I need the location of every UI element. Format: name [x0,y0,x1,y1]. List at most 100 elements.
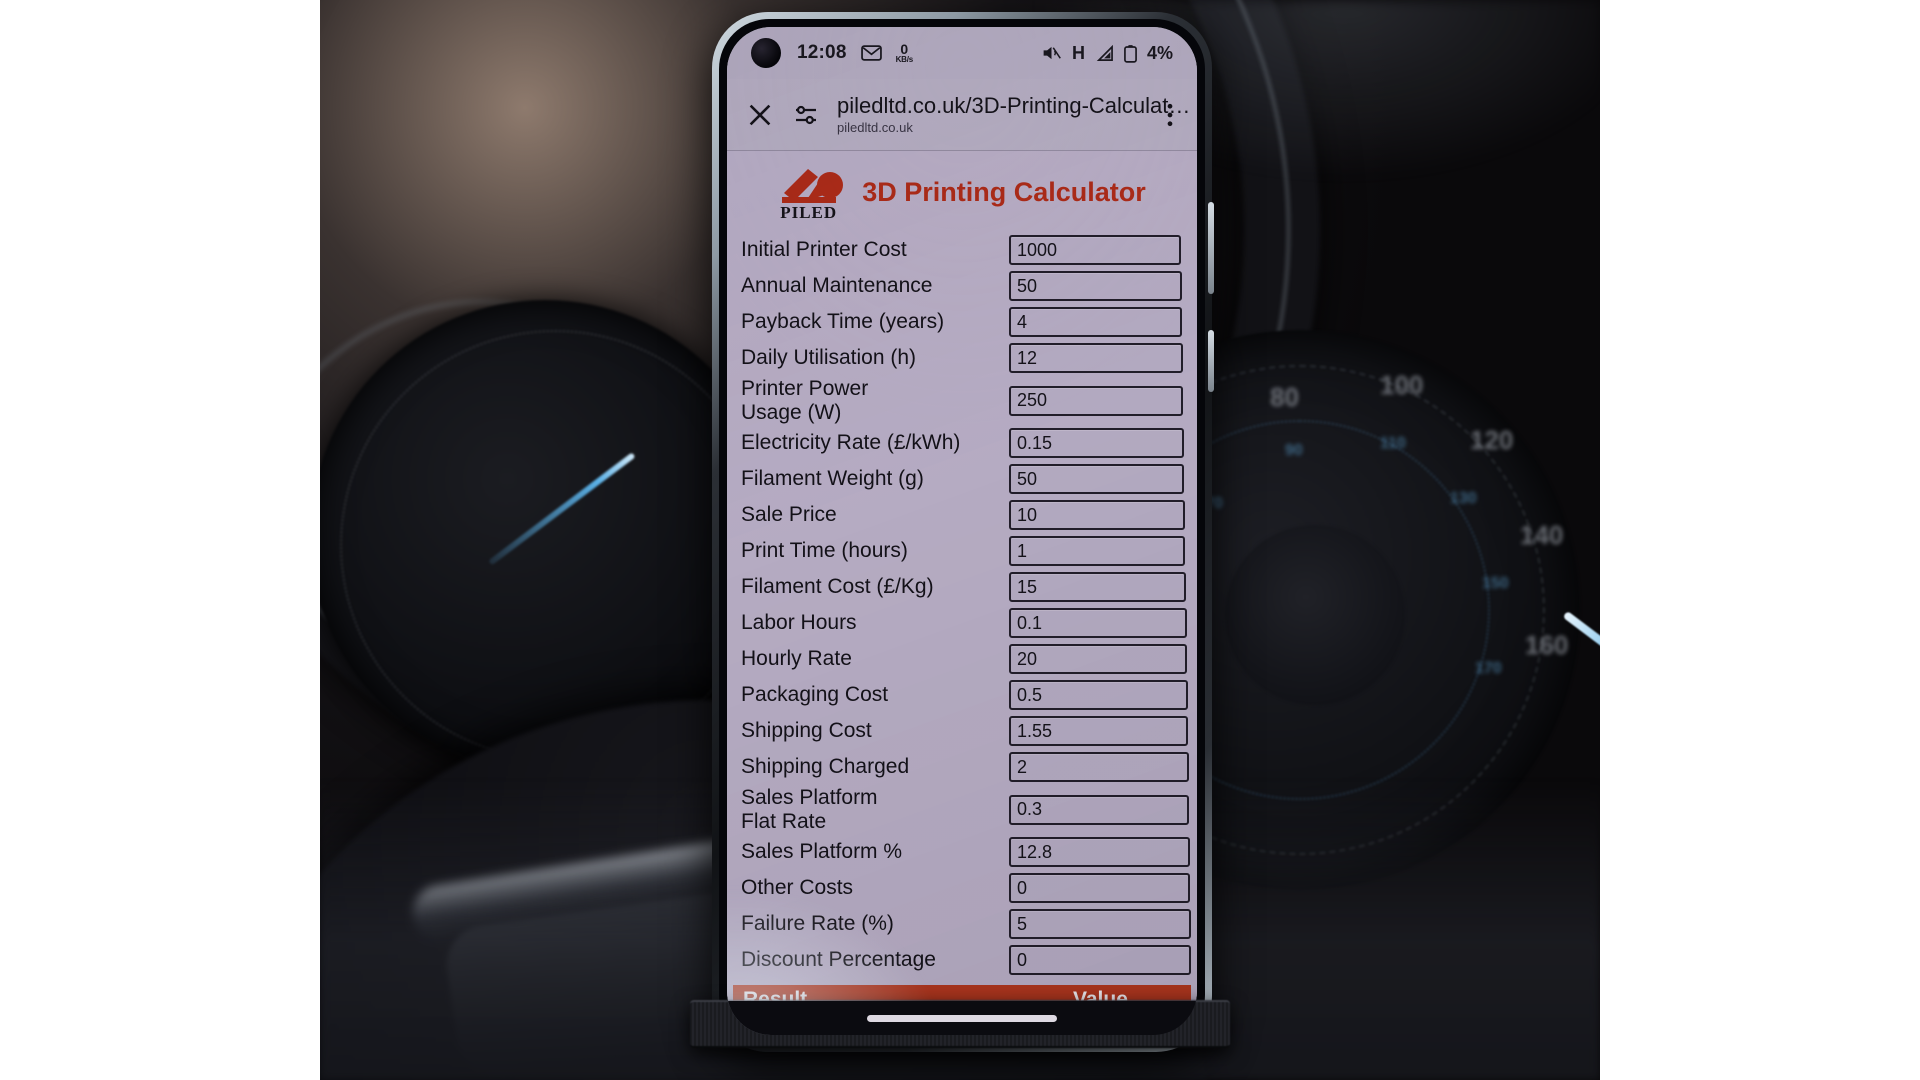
form-row-print-time-hours: Print Time (hours) 1 [733,534,1191,568]
network-type-label: H [1071,42,1085,63]
field-wrap-filament-cost: 15 [934,572,1191,603]
label-daily-utilisation-h: Daily Utilisation (h) [741,346,917,370]
form-row-sales-platform-percent: Sales Platform % 12.8 [733,835,1191,869]
field-wrap-discount-percentage: 0 [936,945,1191,976]
status-bar: 12:08 0 KB/s H 4% [727,27,1197,79]
field-wrap-packaging-cost: 0.5 [888,680,1191,711]
status-clock: 12:08 [797,42,847,63]
label-printer-power-usage-w: Printer Power Usage (W) [741,377,869,424]
label-shipping-cost: Shipping Cost [741,719,872,743]
calculator-form: Initial Printer Cost 1000 Annual Maintenan… [727,231,1197,977]
input-electricity-rate[interactable]: 0.15 [1009,428,1184,459]
field-wrap-printer-power-usage-w: 250 [901,385,1191,416]
battery-icon [1124,44,1137,63]
field-wrap-sales-platform-flat-rate: 0.3 [901,794,1191,825]
form-row-printer-power-usage-w: Printer Power Usage (W) 250 [733,377,1191,424]
battery-percent-label: 4% [1146,42,1173,63]
power-button[interactable] [1208,330,1214,392]
web-page-content: PILED 3D Printing Calculator Initial Pri… [727,151,1197,1035]
field-wrap-shipping-cost: 1.55 [872,716,1191,747]
input-other-costs[interactable]: 0 [1009,873,1190,904]
field-wrap-sale-price: 10 [837,500,1191,531]
input-shipping-charged[interactable]: 2 [1009,752,1189,783]
smartphone-device: 12:08 0 KB/s H 4% piledltd.co.uk/3D-Prin… [712,12,1214,1052]
label-discount-percentage: Discount Percentage [741,948,936,972]
field-wrap-electricity-rate: 0.15 [960,428,1191,459]
label-annual-maintenance: Annual Maintenance [741,274,933,298]
field-wrap-hourly-rate: 20 [852,644,1191,675]
url-text[interactable]: piledltd.co.uk/3D-Printing-Calculat… [837,93,1190,118]
volume-button[interactable] [1208,202,1214,294]
input-initial-printer-cost[interactable]: 1000 [1009,235,1181,265]
field-wrap-shipping-charged: 2 [909,752,1191,783]
form-row-initial-printer-cost: Initial Printer Cost 1000 [733,233,1191,267]
field-wrap-initial-printer-cost: 1000 [907,235,1191,265]
gesture-navigation-bar [727,1001,1197,1035]
url-domain-subtitle: piledltd.co.uk [837,120,913,136]
label-print-time-hours: Print Time (hours) [741,539,908,563]
data-rate-unit: KB/s [895,54,914,64]
page-title: 3D Printing Calculator [862,176,1146,207]
screenshot-stage: 20 40 60 80 100 120 140 160 30 50 70 90 … [0,0,1920,1080]
browser-url-bar: piledltd.co.uk/3D-Printing-Calculat… pil… [727,79,1197,151]
form-row-labor-hours: Labor Hours 0.1 [733,606,1191,640]
input-filament-cost[interactable]: 15 [1009,572,1186,603]
signal-bars-icon [1095,44,1114,62]
label-filament-cost: Filament Cost (£/Kg) [741,575,934,599]
input-annual-maintenance[interactable]: 50 [1009,271,1182,301]
input-shipping-cost[interactable]: 1.55 [1009,716,1188,747]
field-wrap-failure-rate-percent: 5 [894,909,1191,940]
label-filament-weight-g: Filament Weight (g) [741,467,924,491]
form-row-filament-cost: Filament Cost (£/Kg) 15 [733,570,1191,604]
logo-wordmark: PILED [780,203,838,222]
data-rate-indicator: 0 KB/s [895,41,914,64]
field-wrap-daily-utilisation-h: 12 [916,343,1191,373]
field-wrap-annual-maintenance: 50 [932,271,1191,301]
form-row-other-costs: Other Costs 0 [733,871,1191,905]
close-icon[interactable] [745,100,775,130]
piled-logo-icon: PILED [778,163,852,222]
form-row-shipping-cost: Shipping Cost 1.55 [733,714,1191,748]
form-row-annual-maintenance: Annual Maintenance 50 [733,269,1191,303]
input-failure-rate-percent[interactable]: 5 [1009,909,1191,940]
label-hourly-rate: Hourly Rate [741,647,852,671]
input-sales-platform-flat-rate[interactable]: 0.3 [1009,794,1189,825]
form-row-payback-time-years: Payback Time (years) 4 [733,305,1191,339]
field-wrap-other-costs: 0 [853,873,1191,904]
home-gesture-pill[interactable] [867,1014,1057,1022]
input-payback-time-years[interactable]: 4 [1009,307,1182,337]
form-row-shipping-charged: Shipping Charged 2 [733,750,1191,784]
field-wrap-payback-time-years: 4 [944,307,1191,337]
field-wrap-sales-platform-percent: 12.8 [902,837,1191,868]
input-sale-price[interactable]: 10 [1009,500,1185,531]
input-print-time-hours[interactable]: 1 [1009,536,1185,567]
label-payback-time-years: Payback Time (years) [741,310,945,334]
input-hourly-rate[interactable]: 20 [1009,644,1187,675]
field-wrap-print-time-hours: 1 [908,536,1191,567]
volume-mute-icon [1041,44,1062,62]
input-printer-power-usage-w[interactable]: 250 [1009,385,1183,416]
label-electricity-rate: Electricity Rate (£/kWh) [741,431,961,455]
input-discount-percentage[interactable]: 0 [1009,945,1191,976]
form-row-sales-platform-flat-rate: Sales Platform Flat Rate 0.3 [733,786,1191,833]
input-sales-platform-percent[interactable]: 12.8 [1009,837,1190,868]
label-failure-rate-percent: Failure Rate (%) [741,912,894,936]
input-filament-weight-g[interactable]: 50 [1009,464,1184,495]
form-row-discount-percentage: Discount Percentage 0 [733,943,1191,977]
form-row-hourly-rate: Hourly Rate 20 [733,642,1191,676]
input-daily-utilisation-h[interactable]: 12 [1009,343,1183,373]
label-packaging-cost: Packaging Cost [741,683,889,707]
form-row-daily-utilisation-h: Daily Utilisation (h) 12 [733,341,1191,375]
input-packaging-cost[interactable]: 0.5 [1009,680,1188,711]
input-labor-hours[interactable]: 0.1 [1009,608,1187,639]
page-info-icon[interactable] [791,100,821,130]
form-row-packaging-cost: Packaging Cost 0.5 [733,678,1191,712]
label-sales-platform-percent: Sales Platform % [741,840,903,864]
form-row-failure-rate-percent: Failure Rate (%) 5 [733,907,1191,941]
front-camera-punch-hole [751,38,781,68]
label-shipping-charged: Shipping Charged [741,755,910,779]
label-initial-printer-cost: Initial Printer Cost [741,238,907,262]
label-other-costs: Other Costs [741,876,854,900]
overflow-menu-icon[interactable] [1159,100,1181,130]
label-labor-hours: Labor Hours [741,611,857,635]
